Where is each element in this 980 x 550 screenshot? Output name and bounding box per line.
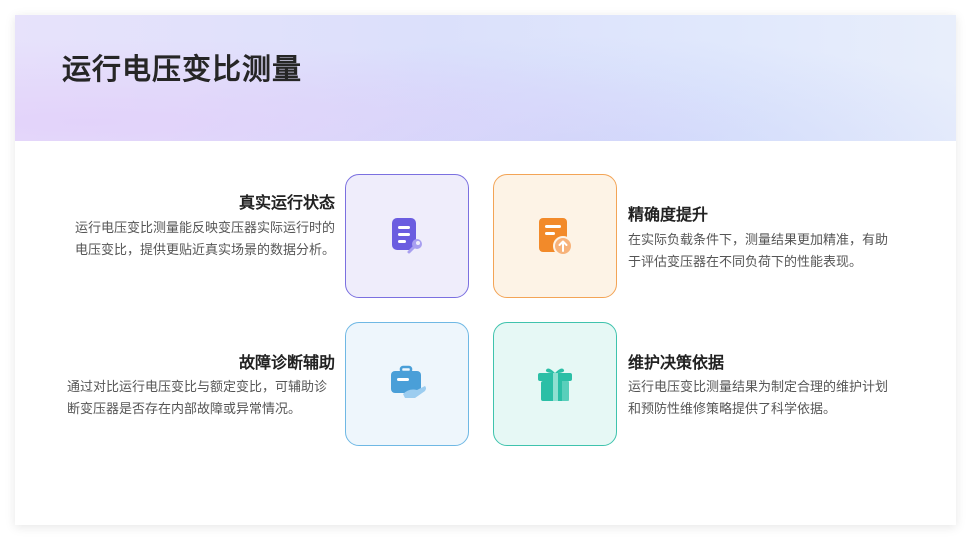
- item-desc-accuracy: 在实际负载条件下，测量结果更加精准，有助于评估变压器在不同负荷下的性能表现。: [628, 233, 889, 270]
- gift-box-icon: [538, 368, 572, 401]
- item-desc-fault-diagnosis: 通过对比运行电压变比与额定变比，可辅助诊断变压器是否存在内部故障或异常情况。: [67, 380, 328, 417]
- slide: 运行电压变比测量 真实运行状态 运行电压变比测量能反映变压器实际运行时的电压变比…: [15, 15, 956, 525]
- item-title-accuracy: 精确度提升: [628, 205, 709, 224]
- item-desc-real-state: 运行电压变比测量能反映变压器实际运行时的电压变比，提供更贴近真实场景的数据分析。: [74, 221, 335, 258]
- item-desc-maintenance: 运行电压变比测量结果为制定合理的维护计划和预防性维修策略提供了科学依据。: [628, 380, 889, 417]
- card-accuracy: [493, 174, 617, 298]
- briefcase-hand-icon: [391, 365, 426, 398]
- document-wrench-icon: [392, 218, 422, 254]
- document-upload-icon: [539, 218, 573, 256]
- item-title-maintenance: 维护决策依据: [628, 353, 725, 372]
- item-title-real-state: 真实运行状态: [238, 193, 335, 212]
- card-real-state: [345, 174, 469, 298]
- item-title-fault-diagnosis: 故障诊断辅助: [238, 353, 335, 372]
- card-maintenance: [493, 322, 617, 446]
- card-fault-diagnosis: [345, 322, 469, 446]
- page-title: 运行电压变比测量: [62, 52, 303, 86]
